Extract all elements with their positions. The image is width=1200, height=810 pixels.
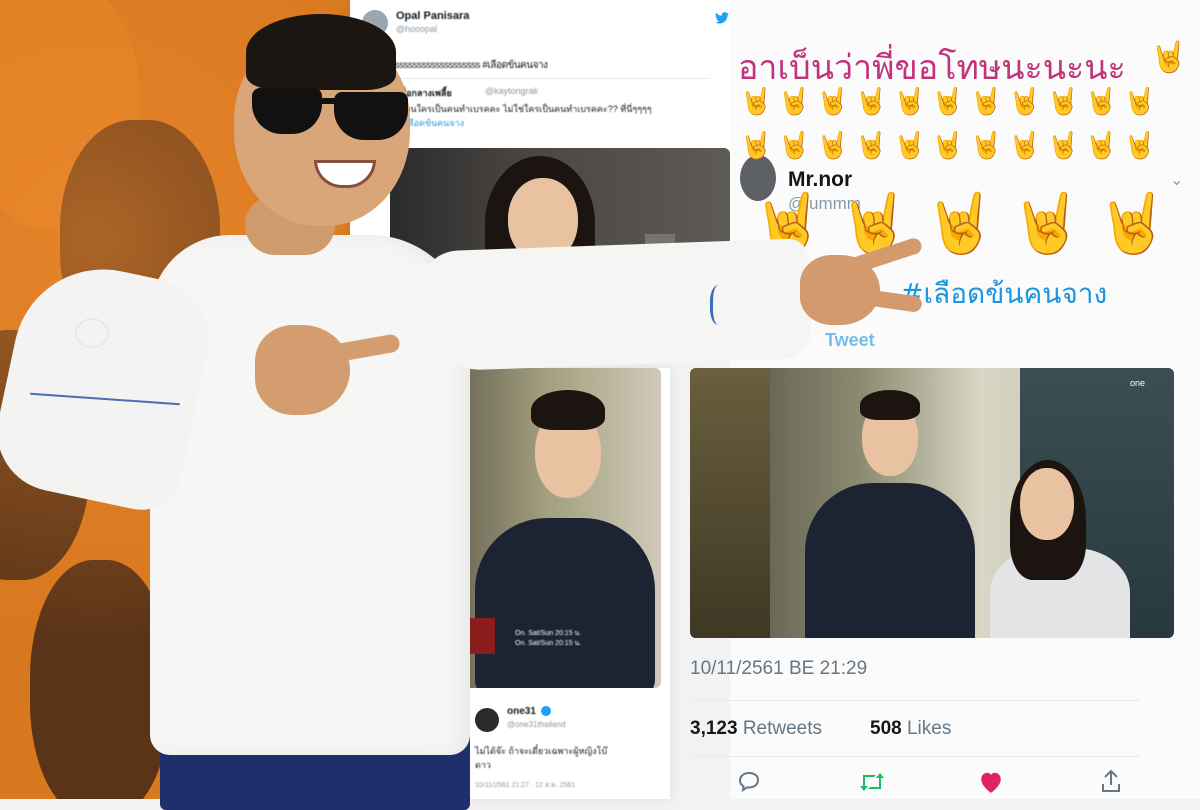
sunglasses-lens-right [334,92,408,140]
person-pointing [0,0,930,810]
hair [246,14,396,90]
share-icon[interactable] [1100,768,1122,794]
rock-hand-emoji: 🤘 [1150,41,1188,74]
shirt-right-sleeve [418,238,812,372]
channel-logo: one [1130,378,1146,388]
finger [844,236,924,276]
sunglasses-bridge [316,98,338,104]
sleeve-detail [710,285,731,325]
heart-icon[interactable] [978,770,1004,794]
chevron-down-icon[interactable]: ⌄ [1170,170,1183,190]
tweet-hashtag[interactable]: #เลือดข้นคนจาง [900,272,1107,316]
heart-embroidery [75,318,109,348]
hand-chest [255,325,350,415]
